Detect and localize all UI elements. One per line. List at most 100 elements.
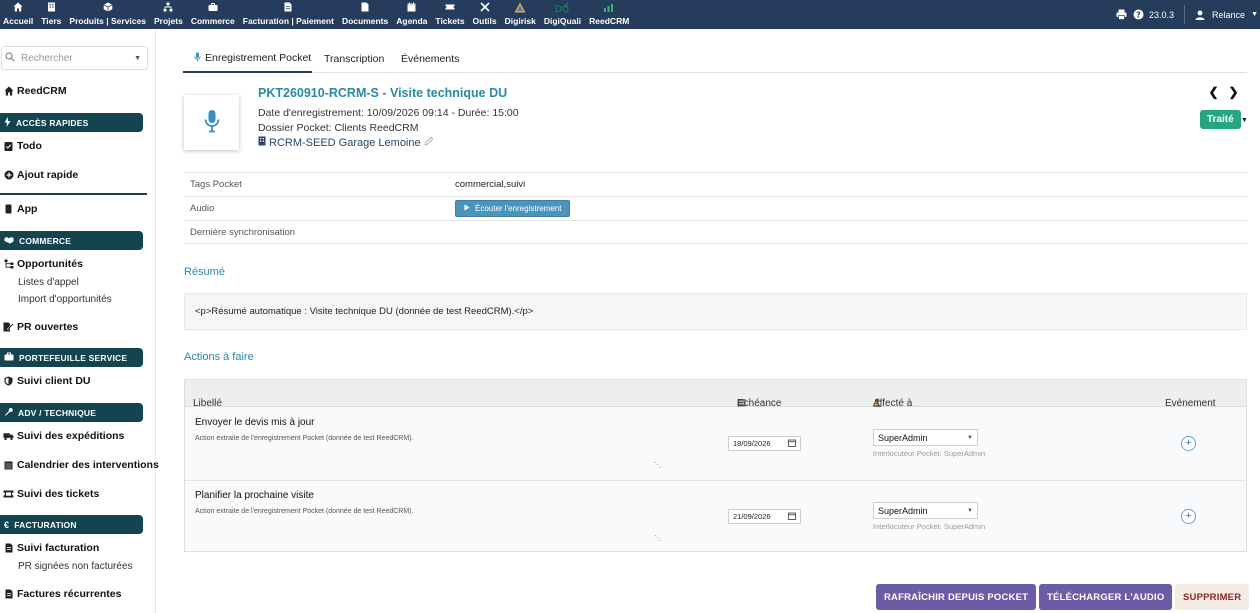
- assigned-user-value: SuperAdmin: [878, 505, 928, 516]
- briefcase-icon: [4, 352, 14, 363]
- sidebar-subitem-pr-signed[interactable]: PR signées non facturées: [18, 561, 133, 572]
- nav-label: Tiers: [41, 16, 62, 26]
- due-date-input[interactable]: 21/09/2026: [728, 509, 801, 524]
- sidebar-item-label: Suivi des expéditions: [17, 430, 125, 442]
- add-event-button[interactable]: +: [1181, 509, 1196, 524]
- sidebar-item-todo[interactable]: Todo: [3, 140, 42, 152]
- printer-icon[interactable]: [1115, 8, 1128, 21]
- due-date-value: 21/09/2026: [733, 512, 771, 521]
- nav-reedcrm[interactable]: ReedCRM: [587, 0, 631, 29]
- chevron-down-icon[interactable]: ▼: [1241, 117, 1248, 124]
- calendar-icon[interactable]: [788, 512, 796, 522]
- sidebar-item-tickets[interactable]: Suivi des tickets: [3, 488, 99, 500]
- next-arrow-icon[interactable]: ❯: [1228, 85, 1239, 99]
- sidebar-item-recurring-invoices[interactable]: Factures récurrentes: [3, 588, 121, 600]
- search-icon: [5, 51, 15, 65]
- sidebar-item-app[interactable]: App: [3, 203, 37, 215]
- due-date-input[interactable]: 18/09/2026: [728, 436, 801, 451]
- resize-handle-icon[interactable]: ⋱: [654, 462, 661, 469]
- sidebar-item-shipments[interactable]: Suivi des expéditions: [3, 430, 124, 442]
- delete-button[interactable]: SUPPRIMER: [1175, 584, 1250, 610]
- nav-tickets[interactable]: Tickets: [433, 0, 466, 29]
- sitemap-icon: [163, 2, 173, 15]
- sidebar-item-quick-add[interactable]: Ajout rapide: [3, 169, 78, 181]
- play-icon: [464, 204, 470, 213]
- resize-handle-icon[interactable]: ⋱: [654, 535, 661, 542]
- sidebar-item-opportunities[interactable]: Opportunités: [3, 258, 83, 270]
- refresh-from-pocket-button[interactable]: RAFRAÎCHIR DEPUIS POCKET: [876, 584, 1037, 610]
- nav-projets[interactable]: Projets: [152, 0, 185, 29]
- actions-table-header: Libellé Echéance Affecté à Evénement: [185, 380, 1246, 409]
- nav-agenda[interactable]: Agenda: [394, 0, 429, 29]
- action-description-textarea[interactable]: Action extraite de l'enregistrement Pock…: [195, 435, 661, 469]
- sidebar-header-billing: € FACTURATION: [0, 515, 143, 534]
- download-audio-button[interactable]: TÉLÉCHARGER L'AUDIO: [1039, 584, 1173, 610]
- tab-events[interactable]: Événements: [401, 45, 459, 73]
- cube-icon: [103, 2, 113, 15]
- home-icon: [3, 86, 14, 97]
- tab-pocket-record[interactable]: Enregistrement Pocket: [183, 45, 312, 73]
- pencil-icon[interactable]: [424, 136, 434, 149]
- tab-transcription[interactable]: Transcription: [324, 45, 384, 73]
- top-menu-bar: Accueil Tiers Produits | Services Projet…: [0, 0, 1260, 29]
- table-row: Planifier la prochaine visite Action ext…: [185, 480, 1246, 552]
- sidebar-item-pr-open[interactable]: PR ouvertes: [3, 321, 78, 333]
- field-row-last-sync: Dernière synchronisation: [184, 220, 1247, 244]
- nav-commerce[interactable]: Commerce: [189, 0, 237, 29]
- nav-produits-services[interactable]: Produits | Services: [67, 0, 148, 29]
- chevron-down-icon: ▼: [1251, 11, 1258, 18]
- sidebar-header-commerce: COMMERCE: [0, 231, 143, 250]
- nav-label: Agenda: [396, 16, 428, 26]
- nav-digiquali[interactable]: DQ DigiQuali: [542, 0, 583, 29]
- nav-label: Accueil: [3, 16, 34, 26]
- assigned-user-select[interactable]: SuperAdmin ▼: [873, 429, 978, 446]
- nav-label: Commerce: [190, 16, 235, 26]
- previous-arrow-icon[interactable]: ❮: [1208, 85, 1219, 99]
- chevron-down-icon: ▼: [134, 54, 141, 62]
- tab-bar: Enregistrement Pocket Transcription Évén…: [183, 45, 1247, 73]
- euro-icon: €: [4, 519, 10, 530]
- sidebar-item-billing-followup[interactable]: Suivi facturation: [3, 542, 99, 554]
- sidebar-header-quick-access: ACCÈS RAPIDES: [0, 113, 143, 132]
- actions-title: Actions à faire: [184, 351, 254, 363]
- sidebar-item-label: Factures récurrentes: [17, 588, 122, 600]
- user-menu[interactable]: Relance ▼: [1184, 5, 1260, 24]
- sidebar-item-label: Suivi des tickets: [17, 488, 100, 500]
- sidebar-subitem-call-lists[interactable]: Listes d'appel: [18, 277, 79, 288]
- nav-accueil[interactable]: Accueil: [1, 0, 35, 29]
- add-event-button[interactable]: +: [1181, 436, 1196, 451]
- calendar-icon[interactable]: [788, 439, 796, 449]
- wrench-icon: [4, 407, 13, 418]
- help-icon[interactable]: ?: [1132, 8, 1145, 21]
- action-description: Action extraite de l'enregistrement Pock…: [195, 508, 414, 515]
- action-description-textarea[interactable]: Action extraite de l'enregistrement Pock…: [195, 508, 661, 542]
- sidebar-header-adv-technique: ADV / TECHNIQUE: [0, 403, 143, 422]
- sidebar-item-du-followup[interactable]: Suivi client DU: [3, 375, 91, 387]
- nav-digirisk[interactable]: Digirisk: [503, 0, 538, 29]
- sidebar-header-label: PORTEFEUILLE SERVICE: [19, 352, 128, 363]
- field-value: commercial,suivi: [455, 179, 526, 190]
- sidebar-item-reedcrm[interactable]: ReedCRM: [3, 85, 67, 97]
- nav-documents[interactable]: Documents: [340, 0, 390, 29]
- field-row-audio: Audio Écouter l'enregistrement: [184, 196, 1247, 220]
- action-label: Envoyer le devis mis à jour: [195, 417, 315, 428]
- tab-label: Enregistrement Pocket: [205, 52, 312, 64]
- nav-outils[interactable]: Outils: [471, 0, 499, 29]
- listen-recording-button[interactable]: Écouter l'enregistrement: [455, 200, 571, 217]
- reedcrm-logo-icon: [603, 2, 615, 15]
- status-badge[interactable]: Traité: [1200, 110, 1241, 129]
- sidebar-item-interventions-calendar[interactable]: Calendrier des interventions: [3, 459, 159, 471]
- thirdparty-link[interactable]: RCRM-SEED Garage Lemoine: [258, 136, 434, 149]
- nav-facturation-paiement[interactable]: Facturation | Paiement: [241, 0, 336, 29]
- top-right-tools: ? 23.0.3 Relance ▼: [1115, 0, 1260, 29]
- assigned-user-select[interactable]: SuperAdmin ▼: [873, 502, 978, 519]
- nav-tiers[interactable]: Tiers: [39, 0, 63, 29]
- sidebar-subitem-import-opportunities[interactable]: Import d'opportunités: [18, 294, 112, 305]
- action-label: Planifier la prochaine visite: [195, 490, 314, 501]
- sidebar-item-label: ReedCRM: [17, 85, 67, 97]
- building-icon: [47, 2, 56, 15]
- search-input[interactable]: Rechercher ▼: [1, 46, 148, 70]
- ticket-icon: [445, 2, 455, 15]
- due-date-value: 18/09/2026: [733, 439, 771, 448]
- sitemap-icon: [3, 259, 14, 270]
